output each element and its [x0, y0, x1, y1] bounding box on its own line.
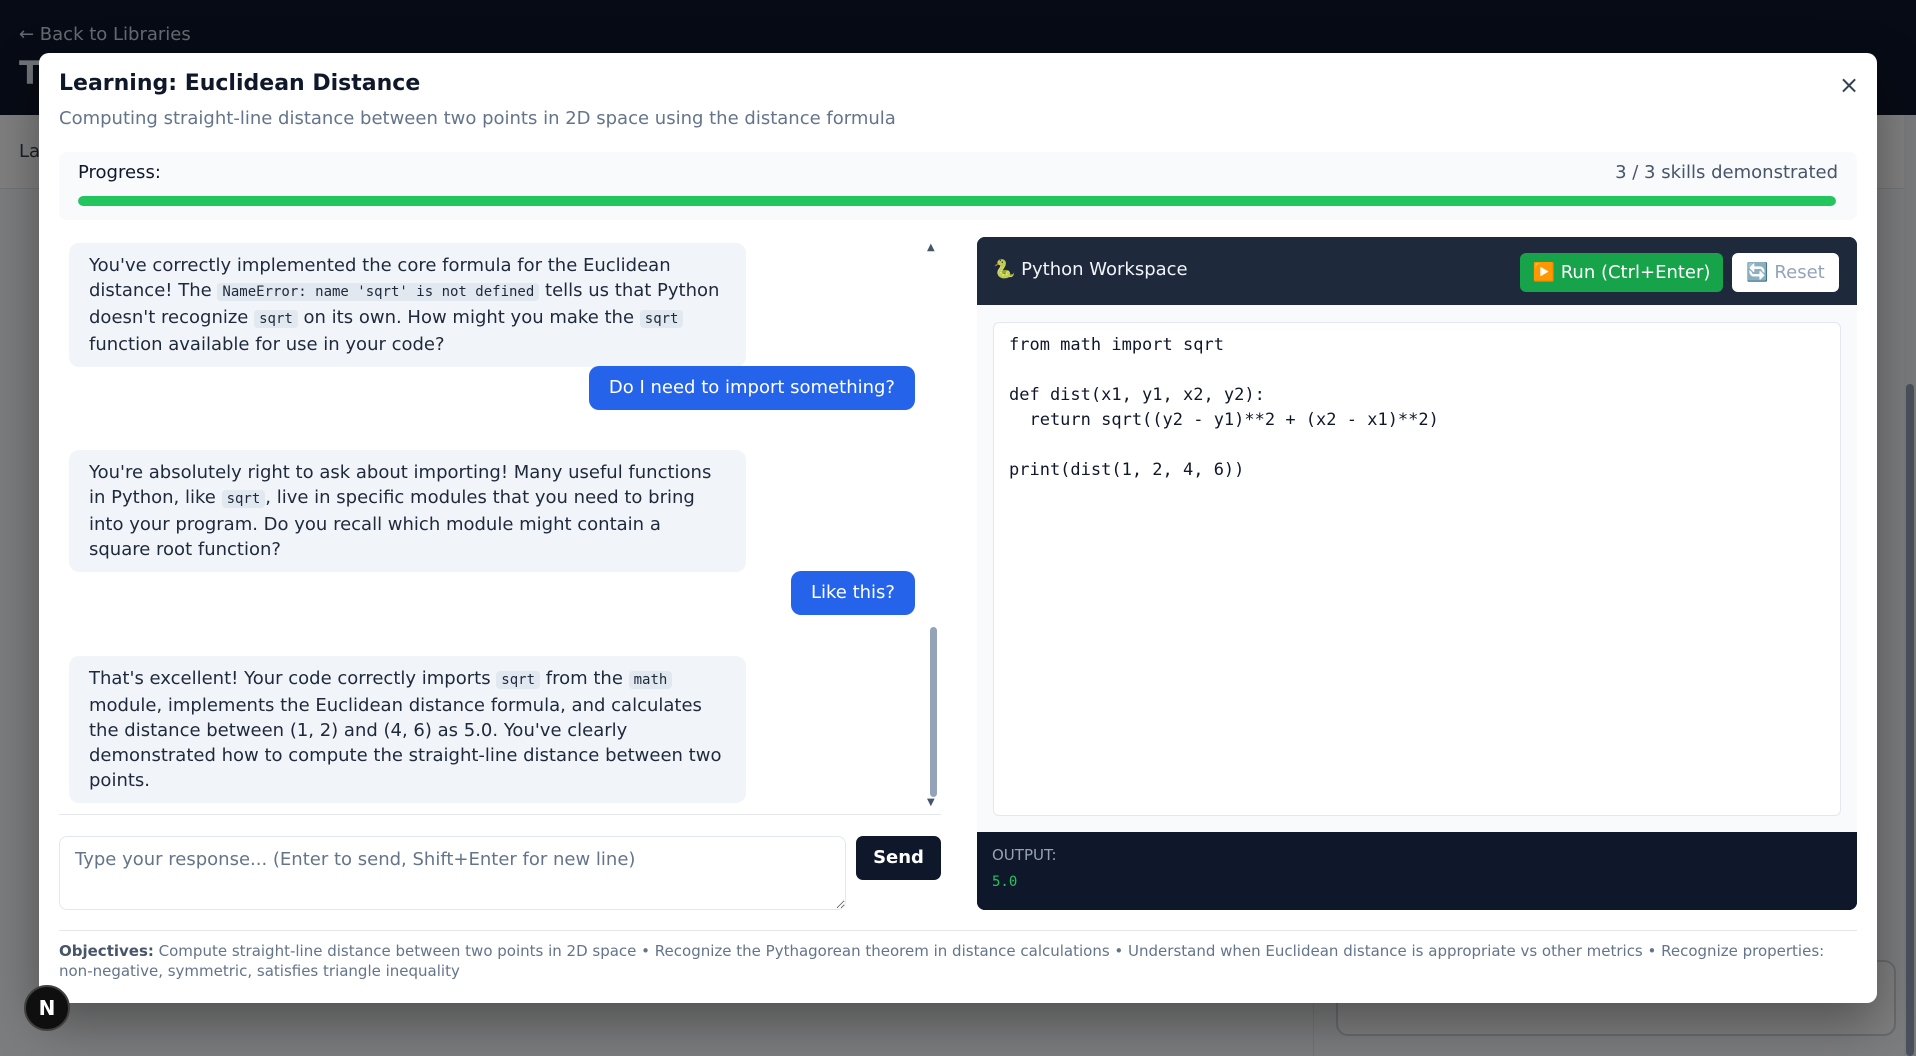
chat-scroll-up-arrow[interactable]: ▲ [927, 242, 935, 253]
objectives-label: Objectives: [59, 942, 154, 960]
chat-scrollbar-thumb[interactable] [930, 627, 937, 797]
output-label: OUTPUT: [992, 846, 1057, 864]
reset-button[interactable]: 🔄 Reset [1732, 253, 1839, 292]
output-value: 5.0 [992, 874, 1018, 890]
assistant-message: You're absolutely right to ask about imp… [69, 450, 746, 572]
progress-bar [78, 196, 1836, 206]
objectives-divider [59, 930, 1857, 931]
run-button[interactable]: ▶️ Run (Ctrl+Enter) [1520, 253, 1723, 292]
assistant-message: You've correctly implemented the core fo… [69, 243, 746, 367]
message-text: on its own. How might you make the [297, 307, 640, 328]
message-text: from the [540, 668, 629, 689]
inline-code: sqrt [221, 490, 266, 508]
code-editor[interactable]: from math import sqrt def dist(x1, y1, x… [993, 322, 1841, 816]
inline-code: sqrt [639, 310, 684, 328]
chat-scroll-down-arrow[interactable]: ▼ [927, 797, 935, 808]
inline-code: NameError: name 'sqrt' is not defined [217, 283, 540, 301]
workspace-header: 🐍 Python Workspace ▶️ Run (Ctrl+Enter) 🔄… [977, 237, 1857, 305]
progress-bar-fill [78, 196, 1836, 206]
user-message: Like this? [790, 571, 915, 615]
modal-subtitle: Computing straight-line distance between… [59, 108, 896, 129]
workspace-title: 🐍 Python Workspace [993, 259, 1188, 280]
learning-modal: Learning: Euclidean Distance Computing s… [39, 53, 1877, 1003]
message-text: module, implements the Euclidean distanc… [89, 695, 722, 791]
response-input[interactable] [59, 836, 846, 910]
editor-area: from math import sqrt def dist(x1, y1, x… [977, 305, 1857, 832]
output-panel: OUTPUT: 5.0 [977, 832, 1857, 910]
objectives-text: Compute straight-line distance between t… [59, 942, 1825, 980]
progress-count: 3 / 3 skills demonstrated [1615, 162, 1838, 183]
inline-code: sqrt [496, 671, 541, 689]
n-logo-icon[interactable]: N [24, 985, 70, 1031]
chat-panel: You've correctly implemented the core fo… [59, 237, 941, 812]
user-message: Do I need to import something? [588, 366, 915, 410]
modal-title: Learning: Euclidean Distance [59, 71, 421, 96]
close-icon[interactable]: × [1833, 69, 1865, 101]
objectives: Objectives: Compute straight-line distan… [59, 941, 1857, 981]
send-button[interactable]: Send [856, 836, 941, 880]
message-text: That's excellent! Your code correctly im… [89, 668, 497, 689]
inline-code: math [628, 671, 673, 689]
assistant-message: That's excellent! Your code correctly im… [69, 656, 746, 803]
python-workspace: 🐍 Python Workspace ▶️ Run (Ctrl+Enter) 🔄… [977, 237, 1857, 910]
inline-code: sqrt [254, 310, 298, 328]
progress-card: Progress: 3 / 3 skills demonstrated [59, 152, 1857, 220]
progress-label: Progress: [78, 162, 161, 183]
chat-divider [59, 814, 941, 815]
message-text: function available for use in your code? [89, 334, 445, 355]
